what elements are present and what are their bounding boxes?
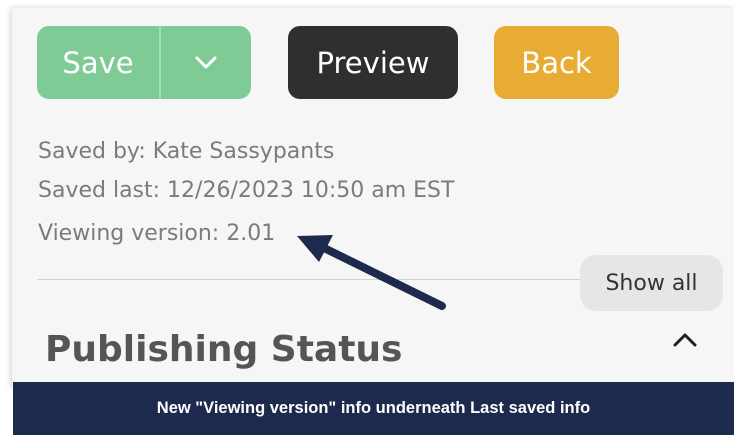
chevron-up-icon [673, 333, 697, 347]
chevron-down-icon [195, 56, 217, 68]
show-all-button[interactable]: Show all [580, 255, 723, 311]
save-split-button: Save [37, 26, 251, 99]
viewing-version-text: Viewing version: 2.01 [38, 221, 276, 246]
back-button[interactable]: Back [494, 26, 619, 99]
caption-text: New "Viewing version" info underneath La… [156, 399, 591, 417]
divider [37, 279, 597, 280]
preview-button[interactable]: Preview [288, 26, 458, 99]
save-button[interactable]: Save [37, 26, 161, 99]
save-dropdown-button[interactable] [161, 26, 251, 99]
saved-last-text: Saved last: 12/26/2023 10:50 am EST [38, 178, 455, 203]
publishing-status-title: Publishing Status [45, 329, 403, 370]
saved-by-text: Saved by: Kate Sassypants [38, 139, 335, 164]
collapse-button[interactable] [668, 327, 702, 351]
caption-banner: New "Viewing version" info underneath La… [13, 382, 734, 435]
screenshot-frame: Save Preview Back Saved by: Kate Sassypa… [0, 0, 734, 435]
